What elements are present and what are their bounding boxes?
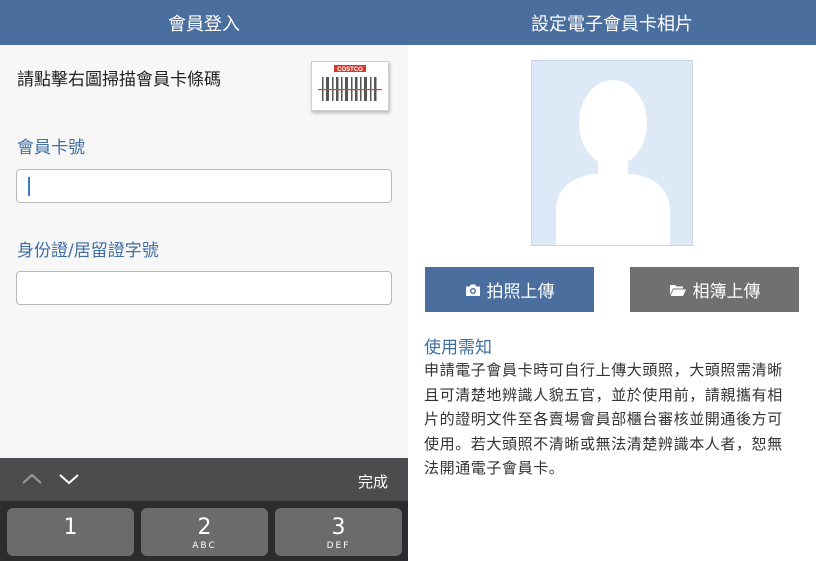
key-3-number: 3 xyxy=(331,515,346,540)
page-title: 會員登入 xyxy=(168,13,240,35)
person-silhouette-icon xyxy=(556,80,670,245)
member-number-label: 會員卡號 xyxy=(17,138,85,158)
photo-header: 設定電子會員卡相片 xyxy=(408,0,816,45)
keyboard-toolbar: 完成 xyxy=(0,458,408,501)
photo-placeholder[interactable] xyxy=(531,60,693,246)
member-card-photo-screen: 設定電子會員卡相片 拍照上傳 相簿上傳 使用需知 申請電子會員卡時可自行上傳大頭… xyxy=(408,0,816,561)
barcode-icon: COSTCO xyxy=(318,65,382,101)
camera-upload-button[interactable]: 拍照上傳 xyxy=(425,267,594,312)
scan-prompt: 請點擊右圖掃描會員卡條碼 xyxy=(17,70,221,90)
member-number-input[interactable] xyxy=(16,169,392,203)
usage-notice-title: 使用需知 xyxy=(424,338,492,358)
photo-page-title: 設定電子會員卡相片 xyxy=(531,13,693,35)
barcode-brand: COSTCO xyxy=(337,67,363,73)
key-1-number: 1 xyxy=(63,515,78,540)
member-login-screen: 會員登入 請點擊右圖掃描會員卡條碼 COSTCO 會員卡號 身份證/居留證字號 … xyxy=(0,0,408,561)
key-2-letters: ABC xyxy=(192,541,217,551)
chevron-up-icon[interactable] xyxy=(20,468,44,490)
barcode-scan-button[interactable]: COSTCO xyxy=(311,61,389,111)
folder-open-icon xyxy=(669,284,686,296)
key-2[interactable]: 2 ABC xyxy=(141,508,268,556)
id-number-input[interactable] xyxy=(16,271,392,305)
text-caret xyxy=(28,177,30,196)
usage-notice-body: 申請電子會員卡時可自行上傳大頭照，大頭照需清晰 且可清楚地辨識人貌五官，並於使用… xyxy=(424,358,802,481)
album-upload-label: 相簿上傳 xyxy=(692,282,761,302)
notice-line: 使用。若大頭照不清晰或無法清楚辨識本人者，恕無 xyxy=(424,434,783,453)
notice-line: 片的證明文件至各賣場會員部櫃台審核並開通後方可 xyxy=(424,410,783,428)
id-number-label: 身份證/居留證字號 xyxy=(17,241,159,261)
chevron-down-icon[interactable] xyxy=(57,468,81,490)
scan-row: 請點擊右圖掃描會員卡條碼 COSTCO xyxy=(0,45,408,115)
number-pad: 1 2 ABC 3 DEF xyxy=(0,501,408,561)
key-1[interactable]: 1 xyxy=(7,508,134,556)
camera-icon xyxy=(465,284,480,296)
notice-line: 且可清楚地辨識人貌五官，並於使用前，請親攜有相 xyxy=(424,385,783,404)
keyboard-done-button[interactable]: 完成 xyxy=(358,471,388,492)
camera-upload-label: 拍照上傳 xyxy=(486,282,555,302)
key-2-number: 2 xyxy=(197,515,212,540)
key-3-letters: DEF xyxy=(326,541,351,551)
notice-line: 法開通電子會員卡。 xyxy=(424,459,565,477)
album-upload-button[interactable]: 相簿上傳 xyxy=(630,267,799,312)
notice-line: 申請電子會員卡時可自行上傳大頭照，大頭照需清晰 xyxy=(424,361,783,379)
key-3[interactable]: 3 DEF xyxy=(275,508,402,556)
login-header: 會員登入 xyxy=(0,0,408,45)
